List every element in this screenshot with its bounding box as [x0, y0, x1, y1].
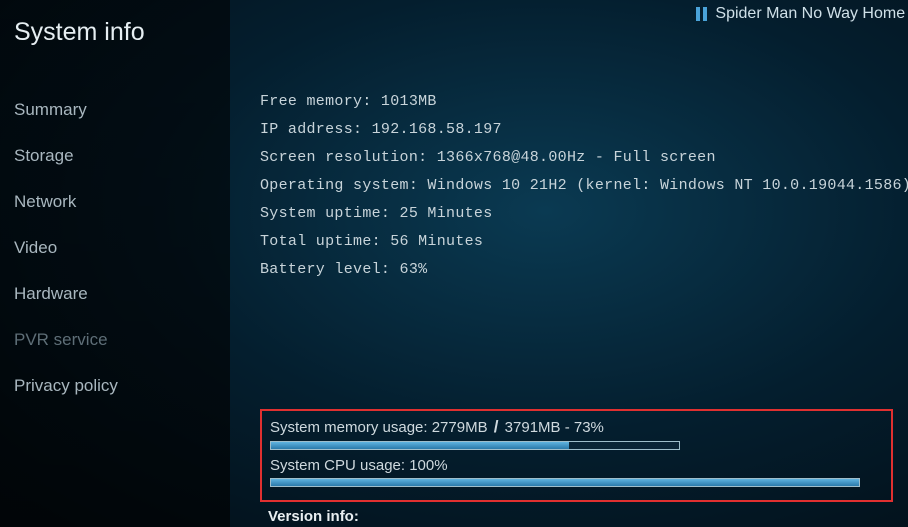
page-title: System info: [14, 18, 230, 47]
mem-usage-prefix: System memory usage: 2779MB: [270, 419, 492, 436]
info-ip-address: IP address: 192.168.58.197: [260, 116, 908, 144]
sidebar-item-storage[interactable]: Storage: [14, 133, 230, 179]
info-operating-system: Operating system: Windows 10 21H2 (kerne…: [260, 172, 908, 200]
nav-list: SummaryStorageNetworkVideoHardwarePVR se…: [14, 87, 230, 409]
memory-progress-fill: [271, 442, 569, 449]
mem-usage-suffix: 3791MB - 73%: [501, 419, 604, 436]
memory-progress-bar: [270, 441, 680, 450]
cpu-progress-bar: [270, 478, 860, 487]
sidebar-item-video[interactable]: Video: [14, 225, 230, 271]
highlight-box: System memory usage: 2779MB / 3791MB - 7…: [260, 409, 893, 502]
sidebar-item-hardware[interactable]: Hardware: [14, 271, 230, 317]
bottom-block: System memory usage: 2779MB / 3791MB - 7…: [260, 409, 893, 527]
sidebar-item-privacy-policy[interactable]: Privacy policy: [14, 363, 230, 409]
memory-usage-label: System memory usage: 2779MB / 3791MB - 7…: [270, 417, 883, 437]
pause-icon: [696, 7, 707, 21]
cpu-usage-label: System CPU usage: 100%: [270, 457, 883, 474]
sidebar: System info SummaryStorageNetworkVideoHa…: [0, 0, 230, 527]
sidebar-item-pvr-service[interactable]: PVR service: [14, 317, 230, 363]
info-system-uptime: System uptime: 25 Minutes: [260, 200, 908, 228]
version-info-label: Version info:: [260, 504, 893, 527]
now-playing[interactable]: Spider Man No Way Home: [696, 5, 905, 23]
system-info-list: Free memory: 1013MB IP address: 192.168.…: [260, 0, 908, 284]
info-free-memory: Free memory: 1013MB: [260, 88, 908, 116]
cpu-progress-fill: [271, 479, 859, 486]
now-playing-title: Spider Man No Way Home: [715, 5, 905, 23]
info-screen-resolution: Screen resolution: 1366x768@48.00Hz - Fu…: [260, 144, 908, 172]
sidebar-item-summary[interactable]: Summary: [14, 87, 230, 133]
info-total-uptime: Total uptime: 56 Minutes: [260, 228, 908, 256]
sidebar-item-network[interactable]: Network: [14, 179, 230, 225]
main-content: Spider Man No Way Home Free memory: 1013…: [230, 0, 908, 527]
info-battery-level: Battery level: 63%: [260, 256, 908, 284]
slash-icon: /: [492, 417, 501, 436]
